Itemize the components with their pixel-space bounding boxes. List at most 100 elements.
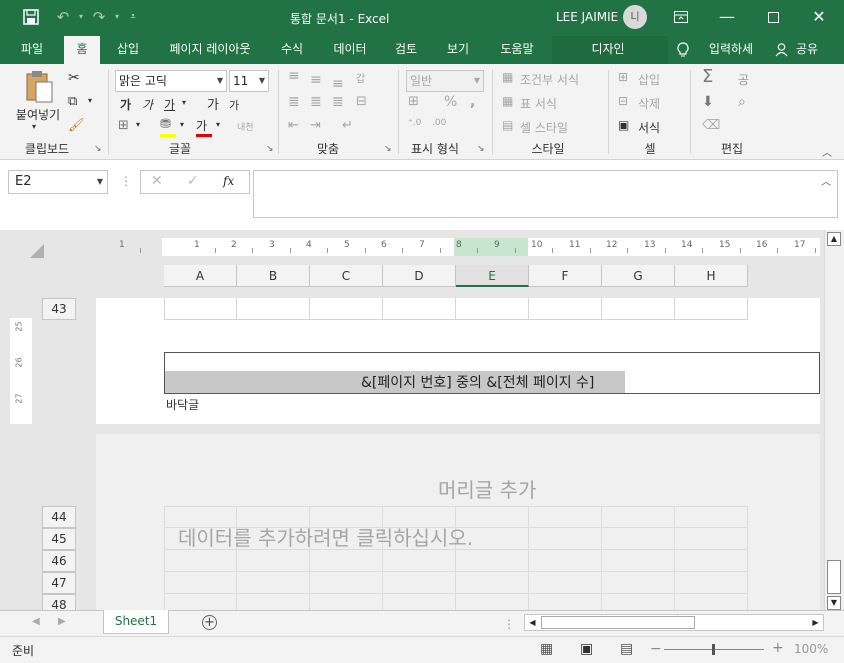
orientation-button[interactable]: 갑 bbox=[356, 70, 365, 85]
cell[interactable] bbox=[529, 506, 602, 528]
cell[interactable] bbox=[310, 298, 383, 320]
paste-button[interactable]: 붙여넣기 bbox=[12, 106, 64, 123]
wrap-text-icon[interactable]: ↵ bbox=[342, 118, 353, 133]
font-size-select[interactable]: 11 ▼ bbox=[229, 70, 269, 92]
user-name[interactable]: LEE JAIMIE bbox=[556, 10, 618, 24]
cell[interactable] bbox=[383, 298, 456, 320]
minimize-icon[interactable]: — bbox=[704, 0, 750, 34]
cell[interactable] bbox=[310, 572, 383, 594]
normal-view-icon[interactable]: ▦ bbox=[540, 641, 553, 657]
scroll-up-icon[interactable]: ▲ bbox=[827, 232, 841, 246]
autosum-icon[interactable]: Σ bbox=[702, 66, 713, 87]
fill-icon[interactable]: ⬇ bbox=[702, 94, 714, 110]
format-as-table-button[interactable]: 표 서식 bbox=[520, 95, 557, 112]
column-header-d[interactable]: D bbox=[383, 265, 456, 287]
paste-icon[interactable] bbox=[24, 70, 54, 104]
tab-page-layout[interactable]: 페이지 레이아웃 bbox=[158, 36, 262, 64]
cell[interactable] bbox=[529, 594, 602, 610]
tab-data[interactable]: 데이터 bbox=[322, 36, 378, 64]
formula-input[interactable]: ︿ bbox=[253, 170, 838, 218]
cell[interactable] bbox=[237, 550, 310, 572]
close-icon[interactable]: ✕ bbox=[796, 0, 842, 34]
cell[interactable] bbox=[164, 594, 237, 610]
new-sheet-icon[interactable]: + bbox=[202, 615, 217, 630]
expand-formula-bar-icon[interactable]: ︿ bbox=[821, 173, 831, 188]
avatar[interactable]: L| bbox=[623, 5, 647, 29]
align-center-icon[interactable]: ≣ bbox=[310, 94, 322, 110]
format-painter-icon[interactable]: 🖌 bbox=[68, 118, 85, 133]
footer-content[interactable]: &[페이지 번호] 중의 &[전체 페이지 수] bbox=[360, 372, 596, 392]
tab-review[interactable]: 검토 bbox=[386, 36, 426, 64]
italic-button[interactable]: 가 bbox=[142, 96, 153, 113]
data-placeholder[interactable]: 데이터를 추가하려면 클릭하십시오. bbox=[178, 522, 473, 551]
cell[interactable] bbox=[529, 550, 602, 572]
cancel-icon[interactable]: ✕ bbox=[151, 173, 163, 189]
footer-box[interactable]: &[페이지 번호] 중의 &[전체 페이지 수] bbox=[164, 352, 820, 394]
sort-filter-button[interactable]: 공 bbox=[738, 71, 749, 88]
cell[interactable] bbox=[383, 572, 456, 594]
next-sheet-icon[interactable]: ▶ bbox=[58, 616, 66, 627]
align-left-icon[interactable]: ≣ bbox=[288, 94, 300, 110]
copy-dropdown-icon[interactable]: ▾ bbox=[88, 96, 92, 105]
cell[interactable] bbox=[675, 594, 748, 610]
page-layout-view-icon[interactable]: ▣ bbox=[580, 641, 593, 657]
prev-sheet-icon[interactable]: ◀ bbox=[32, 616, 40, 627]
row-header[interactable]: 46 bbox=[42, 550, 76, 572]
scroll-down-icon[interactable]: ▼ bbox=[827, 596, 841, 610]
bold-button[interactable]: 가 bbox=[120, 96, 131, 113]
share-button[interactable]: 공유 bbox=[792, 36, 822, 64]
cell[interactable] bbox=[602, 528, 675, 550]
cell[interactable] bbox=[675, 528, 748, 550]
conditional-formatting-icon[interactable]: ▦ bbox=[502, 70, 513, 84]
zoom-slider-thumb[interactable] bbox=[712, 644, 715, 655]
tab-home[interactable]: 홈 bbox=[64, 36, 100, 64]
cell[interactable] bbox=[383, 550, 456, 572]
cell[interactable] bbox=[237, 572, 310, 594]
borders-icon[interactable]: ⊞ bbox=[118, 118, 129, 133]
row-header[interactable]: 45 bbox=[42, 528, 76, 550]
cell[interactable] bbox=[602, 298, 675, 320]
page-break-view-icon[interactable]: ▤ bbox=[620, 641, 633, 657]
enter-icon[interactable]: ✓ bbox=[187, 173, 199, 189]
cell[interactable] bbox=[529, 298, 602, 320]
grow-font-button[interactable]: 가 bbox=[207, 94, 219, 113]
column-header-a[interactable]: A bbox=[164, 265, 237, 287]
phonetic-button[interactable]: 내천 bbox=[237, 120, 254, 133]
cell[interactable] bbox=[675, 572, 748, 594]
cell[interactable] bbox=[602, 506, 675, 528]
cut-icon[interactable]: ✂ bbox=[68, 70, 80, 86]
cell[interactable] bbox=[310, 594, 383, 610]
cell[interactable] bbox=[456, 572, 529, 594]
increase-decimal-icon[interactable]: ⁺.0 bbox=[408, 118, 421, 128]
format-as-table-icon[interactable]: ▦ bbox=[502, 94, 513, 108]
cell[interactable] bbox=[164, 572, 237, 594]
column-header-h[interactable]: H bbox=[675, 265, 748, 287]
cell[interactable] bbox=[529, 572, 602, 594]
tab-split-grip-icon[interactable]: ⋮ bbox=[503, 617, 515, 631]
row-header[interactable]: 47 bbox=[42, 572, 76, 594]
ribbon-display-options-icon[interactable] bbox=[658, 0, 704, 34]
maximize-icon[interactable] bbox=[750, 0, 796, 34]
tab-insert[interactable]: 삽입 bbox=[108, 36, 148, 64]
header-placeholder[interactable]: 머리글 추가 bbox=[438, 474, 536, 503]
tell-me-box[interactable]: 입력하세 bbox=[703, 36, 759, 64]
cell[interactable] bbox=[675, 298, 748, 320]
vertical-scrollbar[interactable]: ▲ ▼ bbox=[824, 230, 844, 610]
cell[interactable] bbox=[164, 298, 237, 320]
clear-icon[interactable]: ⌫ bbox=[702, 118, 720, 133]
insert-cells-icon[interactable]: ⊞ bbox=[618, 70, 628, 84]
decrease-indent-icon[interactable]: ⇤ bbox=[288, 118, 299, 133]
underline-button[interactable]: 가 bbox=[164, 96, 175, 113]
number-launcher-icon[interactable]: ↘ bbox=[477, 144, 487, 154]
number-format-select[interactable]: 일반 ▼ bbox=[406, 70, 484, 92]
customize-quick-access-icon[interactable]: ⩡ bbox=[122, 6, 144, 28]
cell-styles-icon[interactable]: ▤ bbox=[502, 118, 513, 132]
cell[interactable] bbox=[675, 550, 748, 572]
conditional-formatting-button[interactable]: 조건부 서식 bbox=[520, 71, 579, 88]
top-align-icon[interactable]: ≡ bbox=[288, 68, 300, 84]
fill-color-icon[interactable]: ⛃ bbox=[160, 117, 171, 132]
borders-dropdown-icon[interactable]: ▾ bbox=[136, 120, 140, 129]
column-header-f[interactable]: F bbox=[529, 265, 602, 287]
name-box[interactable]: E2 ▼ bbox=[8, 170, 108, 194]
cell[interactable] bbox=[602, 550, 675, 572]
